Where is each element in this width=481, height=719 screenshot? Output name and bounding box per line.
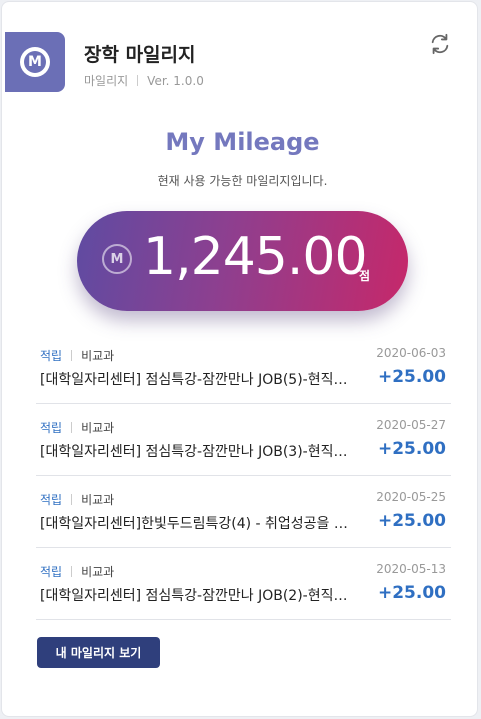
mileage-total-unit: 점 (359, 269, 371, 283)
mileage-heading: My Mileage (165, 128, 320, 156)
app-subtitle-label: 마일리지 (84, 74, 129, 88)
item-type: 적립 (40, 565, 63, 579)
view-my-mileage-button[interactable]: 내 마일리지 보기 (37, 637, 160, 668)
list-item[interactable]: 적립 비교과 2020-05-27 [대학일자리센터] 점심특강-잠깐만나 JO… (36, 404, 451, 476)
item-title: [대학일자리센터]한빛두드림특강(4) - 취업성공을 위한 전략 (40, 516, 358, 532)
mileage-total-value: 1,245.00 (143, 227, 368, 287)
app-logo: M (5, 32, 65, 92)
list-item[interactable]: 적립 비교과 2020-05-25 [대학일자리센터]한빛두드림특강(4) - … (36, 476, 451, 548)
meta-divider (71, 566, 73, 577)
logo-badge: M (20, 47, 50, 77)
item-amount: +25.00 (377, 367, 446, 387)
item-date: 2020-05-13 (376, 562, 446, 576)
app-version: Ver. 1.0.0 (147, 73, 204, 88)
item-category: 비교과 (81, 565, 115, 579)
item-category: 비교과 (81, 421, 115, 435)
item-date: 2020-05-27 (376, 418, 446, 432)
subtitle-divider (137, 75, 139, 86)
mileage-total-pill: M 1,245.00 점 (77, 211, 408, 311)
item-meta: 적립 비교과 (40, 491, 114, 508)
item-meta: 적립 비교과 (40, 419, 114, 436)
item-amount: +25.00 (377, 511, 446, 531)
meta-divider (71, 350, 73, 361)
app-subtitle: 마일리지 Ver. 1.0.0 (84, 72, 204, 89)
refresh-icon[interactable] (429, 33, 451, 55)
item-meta: 적립 비교과 (40, 347, 114, 364)
meta-divider (71, 422, 73, 433)
item-amount: +25.00 (377, 439, 446, 459)
item-title: [대학일자리센터] 점심특강-잠깐만나 JOB(2)-현직자 특강 (40, 588, 358, 604)
item-type: 적립 (40, 349, 63, 363)
mileage-history-list: 적립 비교과 2020-06-03 [대학일자리센터] 점심특강-잠깐만나 JO… (36, 332, 451, 620)
item-date: 2020-06-03 (376, 346, 446, 360)
list-item[interactable]: 적립 비교과 2020-05-13 [대학일자리센터] 점심특강-잠깐만나 JO… (36, 548, 451, 620)
list-item[interactable]: 적립 비교과 2020-06-03 [대학일자리센터] 점심특강-잠깐만나 JO… (36, 332, 451, 404)
mileage-card: M 장학 마일리지 마일리지 Ver. 1.0.0 My Mileage 현재 … (1, 1, 478, 717)
item-title: [대학일자리센터] 점심특강-잠깐만나 JOB(5)-현직자 특강 (40, 372, 358, 388)
app-title: 장학 마일리지 (84, 44, 196, 66)
mileage-coin-icon: M (102, 244, 132, 274)
item-type: 적립 (40, 421, 63, 435)
meta-divider (71, 494, 73, 505)
logo-letter: M (24, 51, 46, 73)
item-date: 2020-05-25 (376, 490, 446, 504)
mileage-description: 현재 사용 가능한 마일리지입니다. (157, 174, 328, 188)
item-amount: +25.00 (377, 583, 446, 603)
item-category: 비교과 (81, 349, 115, 363)
mileage-coin-letter: M (110, 251, 124, 267)
item-meta: 적립 비교과 (40, 563, 114, 580)
item-title: [대학일자리센터] 점심특강-잠깐만나 JOB(3)-현직자 특강 (40, 444, 358, 460)
item-type: 적립 (40, 493, 63, 507)
item-category: 비교과 (81, 493, 115, 507)
